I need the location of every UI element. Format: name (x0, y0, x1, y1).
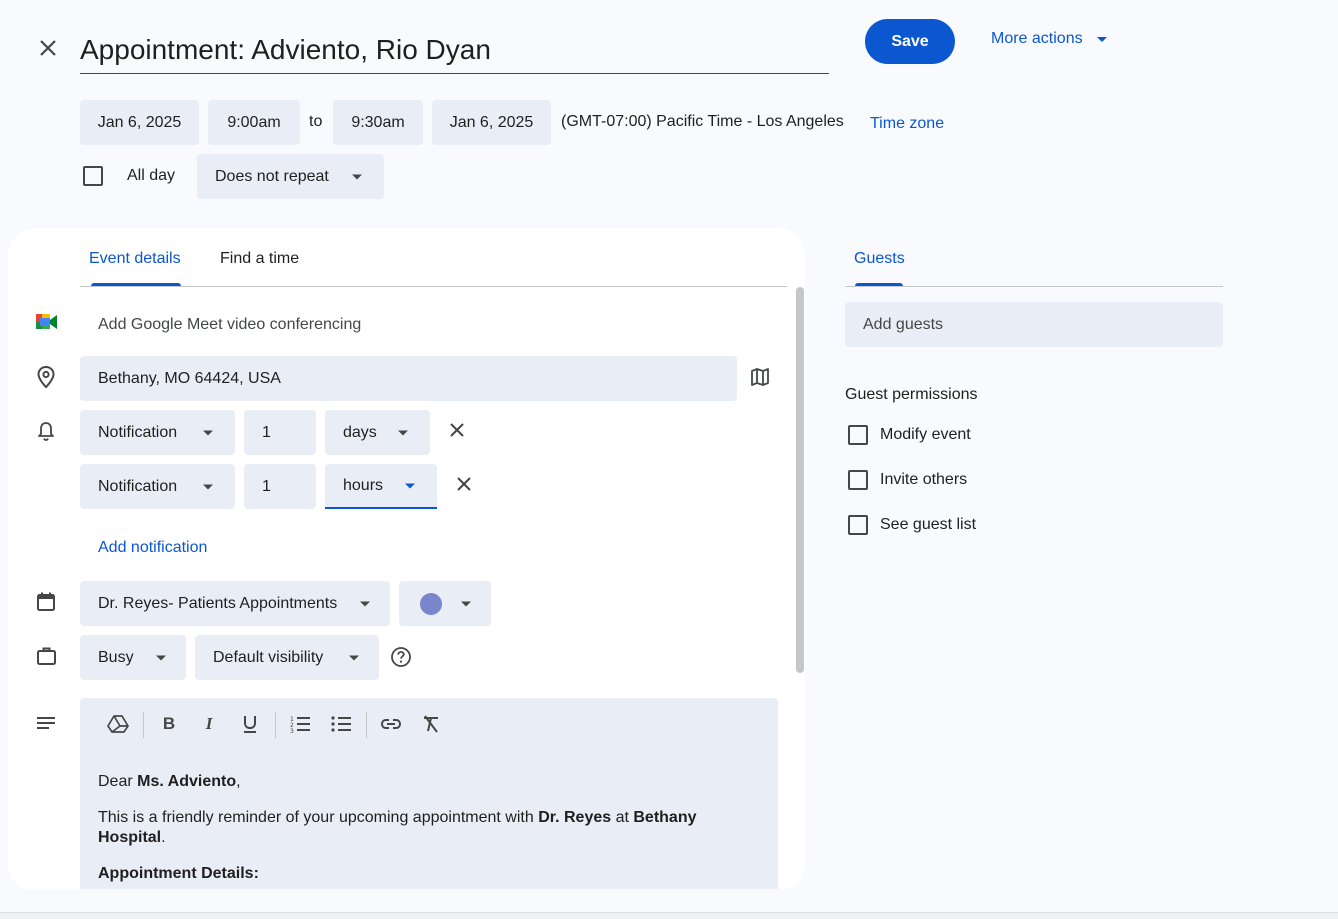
notification-type-value: Notification (98, 477, 178, 495)
notification-amount-value: 1 (262, 423, 271, 441)
calendar-dropdown[interactable]: Dr. Reyes- Patients Appointments (80, 581, 390, 626)
clear-formatting-icon[interactable] (417, 710, 445, 738)
start-date-picker[interactable]: Jan 6, 2025 (80, 100, 199, 145)
timezone-text: (GMT-07:00) Pacific Time - Los Angeles (561, 113, 844, 130)
chevron-down-icon (360, 601, 370, 606)
calendar-value: Dr. Reyes- Patients Appointments (98, 594, 338, 612)
tabs-divider (80, 286, 787, 287)
chevron-down-icon (352, 174, 362, 179)
end-date-picker[interactable]: Jan 6, 2025 (432, 100, 551, 145)
guest-permissions-heading: Guest permissions (845, 386, 978, 403)
chevron-down-icon (349, 655, 359, 660)
add-meet-link[interactable]: Add Google Meet video conferencing (98, 316, 361, 334)
notification-type-dropdown[interactable]: Notification (80, 464, 235, 509)
map-icon[interactable] (748, 365, 772, 389)
add-guests-input[interactable]: Add guests (845, 302, 1223, 347)
bold-icon[interactable]: B (155, 710, 183, 738)
google-meet-icon (35, 312, 59, 332)
tab-guests[interactable]: Guests (854, 250, 905, 268)
chevron-down-icon (405, 483, 415, 488)
event-title-text: Appointment: Adviento, Rio Dyan (80, 33, 491, 65)
availability-dropdown[interactable]: Busy (80, 635, 186, 680)
notification-amount-value: 1 (262, 477, 271, 495)
guests-divider (845, 286, 1223, 287)
all-day-label: All day (127, 167, 176, 184)
remove-notification-icon[interactable] (446, 419, 468, 441)
add-guests-placeholder: Add guests (863, 315, 944, 333)
more-actions-button[interactable]: More actions (991, 27, 1107, 51)
chevron-down-icon (1096, 36, 1107, 42)
chevron-down-icon (203, 430, 213, 435)
notification-amount-input[interactable]: 1 (244, 410, 316, 455)
see-guest-list-checkbox[interactable] (848, 515, 868, 535)
modify-event-checkbox[interactable] (848, 425, 868, 445)
all-day-checkbox[interactable] (83, 166, 103, 186)
link-icon[interactable] (377, 710, 405, 738)
close-icon[interactable] (34, 34, 62, 62)
notification-amount-input[interactable]: 1 (244, 464, 316, 509)
notification-type-value: Notification (98, 423, 178, 441)
availability-value: Busy (98, 648, 134, 666)
card-bottom-rounding (8, 864, 805, 892)
notification-type-dropdown[interactable]: Notification (80, 410, 235, 455)
chevron-down-icon (203, 484, 213, 489)
color-swatch (420, 592, 442, 615)
google-drive-icon[interactable] (104, 710, 132, 738)
tab-find-a-time[interactable]: Find a time (220, 250, 299, 268)
remove-notification-icon[interactable] (453, 473, 475, 495)
invite-others-checkbox[interactable] (848, 470, 868, 490)
location-value: Bethany, MO 64424, USA (98, 369, 281, 387)
italic-icon[interactable]: I (195, 710, 223, 738)
briefcase-icon (36, 646, 58, 666)
more-actions-label: More actions (991, 30, 1083, 47)
notification-unit-value: hours (343, 476, 384, 494)
numbered-list-icon[interactable]: 123 (286, 710, 314, 738)
visibility-value: Default visibility (213, 648, 324, 666)
tab-event-details[interactable]: Event details (89, 250, 181, 268)
window-bottom-bar (0, 912, 1338, 919)
timezone-link[interactable]: Time zone (870, 115, 944, 133)
toolbar-separator (366, 712, 367, 738)
bulleted-list-icon[interactable] (327, 710, 355, 738)
notification-unit-dropdown[interactable]: days (325, 410, 430, 455)
toolbar-separator (143, 712, 144, 738)
description-lines-icon (36, 716, 56, 732)
chevron-down-icon (461, 601, 471, 606)
to-label: to (309, 113, 323, 130)
repeat-value: Does not repeat (215, 167, 329, 185)
visibility-dropdown[interactable]: Default visibility (195, 635, 379, 680)
notification-unit-value: days (343, 423, 377, 441)
start-time-picker[interactable]: 9:00am (208, 100, 300, 145)
location-pin-icon (35, 365, 57, 389)
calendar-icon (36, 591, 56, 613)
help-icon[interactable] (390, 646, 412, 668)
invite-others-label: Invite others (880, 471, 968, 488)
toolbar-separator (275, 712, 276, 738)
event-title-input[interactable]: Appointment: Adviento, Rio Dyan (80, 26, 829, 74)
card-bottom-edge (8, 889, 805, 912)
location-input[interactable]: Bethany, MO 64424, USA (80, 356, 737, 401)
repeat-dropdown[interactable]: Does not repeat (197, 154, 384, 199)
end-time-picker[interactable]: 9:30am (333, 100, 423, 145)
chevron-down-icon (398, 430, 408, 435)
description-reminder: This is a friendly reminder of your upco… (98, 809, 697, 846)
modify-event-label: Modify event (880, 426, 971, 443)
add-notification-link[interactable]: Add notification (98, 539, 207, 557)
save-button[interactable]: Save (865, 19, 955, 64)
bell-icon (36, 420, 56, 442)
description-greeting: Dear Ms. Adviento, (98, 773, 241, 790)
chevron-down-icon (156, 655, 166, 660)
see-guest-list-label: See guest list (880, 516, 977, 533)
notification-unit-dropdown[interactable]: hours (325, 464, 437, 509)
event-color-dropdown[interactable] (399, 581, 491, 626)
scrollbar[interactable] (796, 287, 804, 673)
underline-icon[interactable] (236, 710, 264, 738)
svg-text:3: 3 (290, 728, 294, 733)
